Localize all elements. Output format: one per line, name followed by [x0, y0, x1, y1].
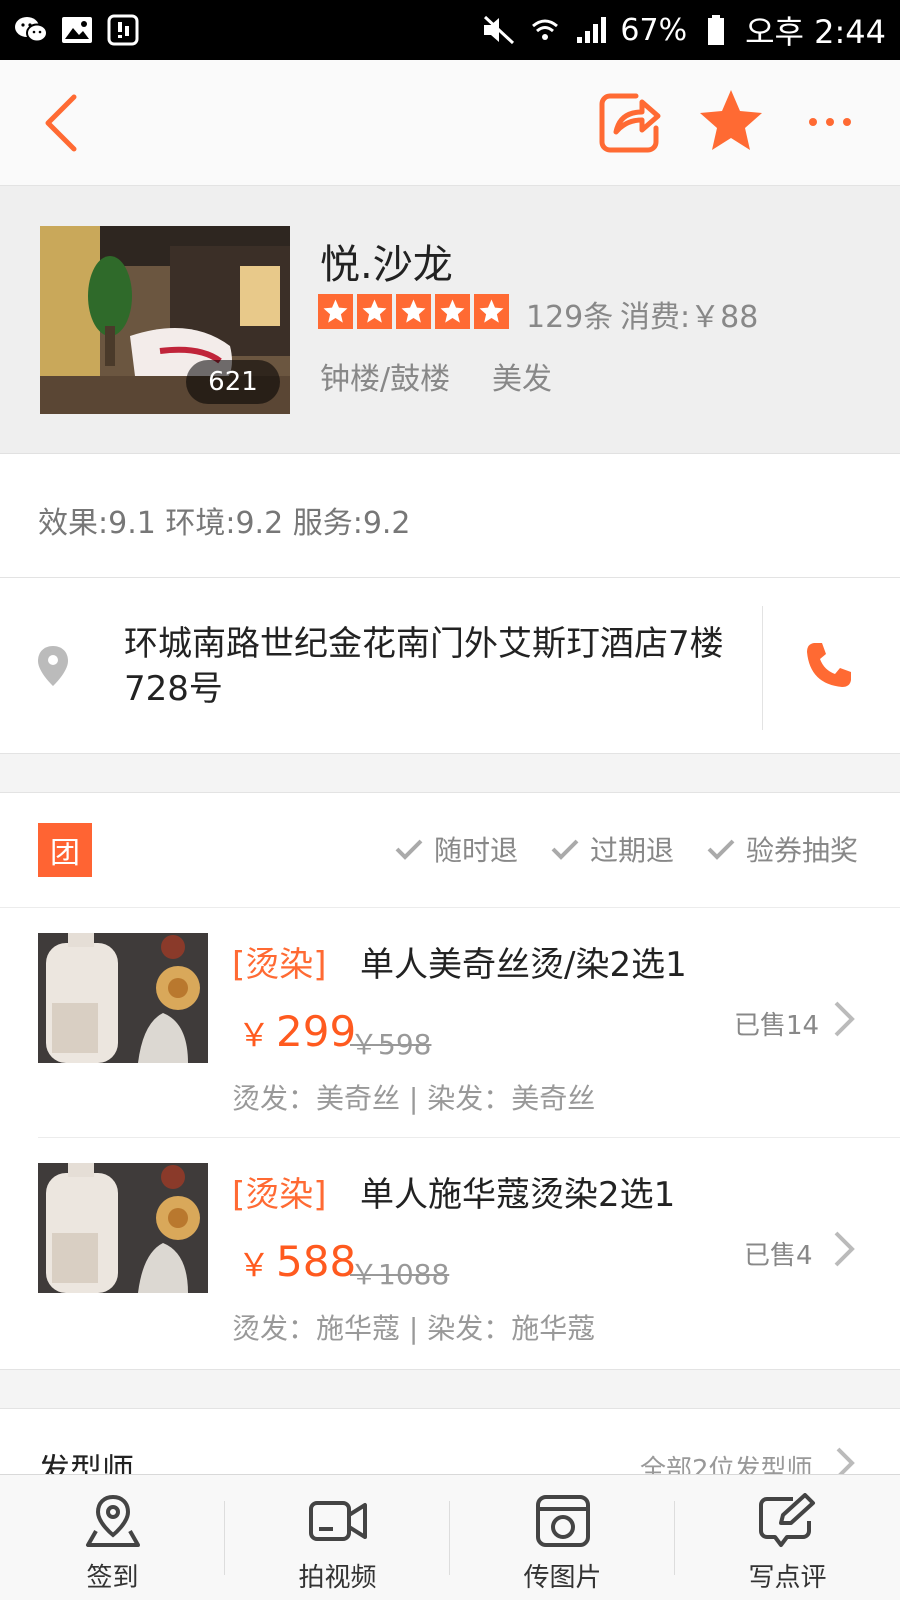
deal-thumbnail: [38, 933, 208, 1063]
upload-photo-button[interactable]: 传图片: [450, 1475, 675, 1600]
deal-item[interactable]: [烫染] 单人施华蔻烫染2选1 ￥ 588 ￥1088 已售4 烫发：施华蔻 |…: [0, 1137, 900, 1367]
group-deals-section: 团 随时退 过期退 验券抽奖 [烫染] 单人美奇丝烫/染2选1 ￥ 299 ￥5…: [0, 792, 900, 1370]
write-review-button[interactable]: 写点评: [675, 1475, 900, 1600]
location-pin-icon: [38, 646, 68, 686]
rating-star: [435, 294, 470, 329]
deal-price-value: 588: [276, 1237, 357, 1286]
deal-price: ￥ 299: [238, 1007, 356, 1056]
signal-icon: [574, 13, 608, 47]
check-icon: [395, 839, 423, 860]
deal-title: 单人美奇丝烫/染2选1: [360, 945, 687, 985]
phone-icon: [807, 643, 851, 687]
product-image: [38, 1163, 208, 1293]
deal-tag: [烫染]: [232, 945, 327, 985]
address-text[interactable]: 环城南路世纪金花南门外艾斯玎酒店7楼728号: [124, 622, 734, 712]
bottom-bar-label: 写点评: [748, 1563, 827, 1593]
share-icon: [599, 93, 661, 153]
video-camera-icon: [308, 1501, 367, 1541]
bottom-bar-label: 拍视频: [298, 1563, 377, 1593]
status-bar: 67% 오후 2:44: [0, 0, 900, 60]
phone-button[interactable]: [804, 640, 854, 690]
divider: [762, 606, 763, 730]
battery-icon: [699, 13, 733, 47]
rating-star: [474, 294, 509, 329]
deal-description: 烫发：施华蔻 | 染发：施华蔻: [232, 1312, 596, 1345]
rating-star: [357, 294, 392, 329]
wechat-icon: [14, 13, 48, 47]
guarantee-label: 过期退: [589, 834, 674, 867]
average-consumption: 消费:￥88: [620, 300, 759, 335]
gallery-icon: [60, 13, 94, 47]
favorite-button[interactable]: [696, 86, 766, 156]
currency-symbol: ￥: [238, 1016, 271, 1054]
deal-title: 单人施华蔻烫染2选1: [360, 1175, 676, 1215]
deal-original-price: ￥598: [350, 1028, 432, 1061]
shop-name: 悦.沙龙: [320, 242, 453, 288]
deal-description: 烫发：美奇丝 | 染发：美奇丝: [232, 1082, 596, 1115]
more-dots-icon: [809, 118, 851, 126]
battery-percent: 67%: [620, 12, 688, 48]
more-button[interactable]: [800, 100, 860, 144]
deal-sold-count: 已售4: [744, 1241, 813, 1271]
wifi-icon: [528, 13, 562, 47]
shop-header: 621 悦.沙龙 129条 消费:￥88 钟楼/鼓楼 美发: [0, 186, 900, 454]
back-button[interactable]: [30, 88, 90, 158]
check-icon: [551, 839, 579, 860]
top-navigation-bar: [0, 60, 900, 186]
score-summary: 效果:9.1 环境:9.2 服务:9.2: [0, 454, 900, 578]
chevron-right-icon: [834, 1001, 855, 1037]
deal-price: ￥ 588: [238, 1237, 356, 1286]
deal-tag: [烫染]: [232, 1175, 327, 1215]
deal-item[interactable]: [烫染] 单人美奇丝烫/染2选1 ￥ 299 ￥598 已售14 烫发：美奇丝 …: [0, 907, 900, 1137]
star-icon: [700, 90, 762, 150]
shoot-video-button[interactable]: 拍视频: [225, 1475, 450, 1600]
address-section: 环城南路世纪金花南门外艾斯玎酒店7楼728号: [0, 578, 900, 754]
guarantee-item: 验券抽奖: [706, 829, 858, 869]
status-right-icons: 67% 오후 2:44: [482, 7, 886, 53]
checkin-button[interactable]: 签到: [0, 1475, 225, 1600]
score-text: 效果:9.1 环境:9.2 服务:9.2: [38, 506, 411, 541]
rating-star: [318, 294, 353, 329]
currency-symbol: ￥: [238, 1246, 271, 1284]
bottom-bar-label: 传图片: [523, 1563, 602, 1593]
guarantee-label: 随时退: [433, 834, 518, 867]
guarantee-item: 随时退: [394, 829, 518, 869]
status-left-icons: [14, 13, 140, 47]
deal-price-value: 299: [276, 1007, 357, 1056]
share-button[interactable]: [596, 88, 664, 156]
bottom-bar-label: 签到: [86, 1563, 139, 1593]
back-arrow-icon: [45, 94, 77, 152]
status-time: 오후 2:44: [745, 13, 886, 51]
deal-original-price: ￥1088: [350, 1258, 450, 1291]
rating-star: [396, 294, 431, 329]
deal-guarantees: 随时退 过期退 验券抽奖: [394, 829, 858, 869]
photo-count-badge: 621: [186, 360, 280, 404]
app-notification-icon: [106, 13, 140, 47]
group-buy-badge: 团: [38, 823, 92, 877]
shop-area: 钟楼/鼓楼: [320, 362, 451, 397]
guarantee-item: 过期退: [550, 829, 674, 869]
mute-icon: [482, 13, 516, 47]
location-pin-icon: [85, 1494, 140, 1547]
edit-review-icon: [758, 1493, 815, 1547]
rating-stars: [318, 294, 509, 329]
check-icon: [707, 839, 735, 860]
deal-sold-count: 已售14: [734, 1011, 820, 1041]
guarantee-label: 验券抽奖: [745, 834, 858, 867]
review-count[interactable]: 129条: [526, 292, 613, 336]
photo-icon: [535, 1495, 590, 1547]
product-image: [38, 933, 208, 1063]
shop-photo[interactable]: 621: [40, 226, 290, 414]
shop-category: 美发: [492, 362, 552, 397]
bottom-action-bar: 签到 拍视频 传图片 写点评: [0, 1474, 900, 1600]
deal-thumbnail: [38, 1163, 208, 1293]
chevron-right-icon: [834, 1231, 855, 1267]
